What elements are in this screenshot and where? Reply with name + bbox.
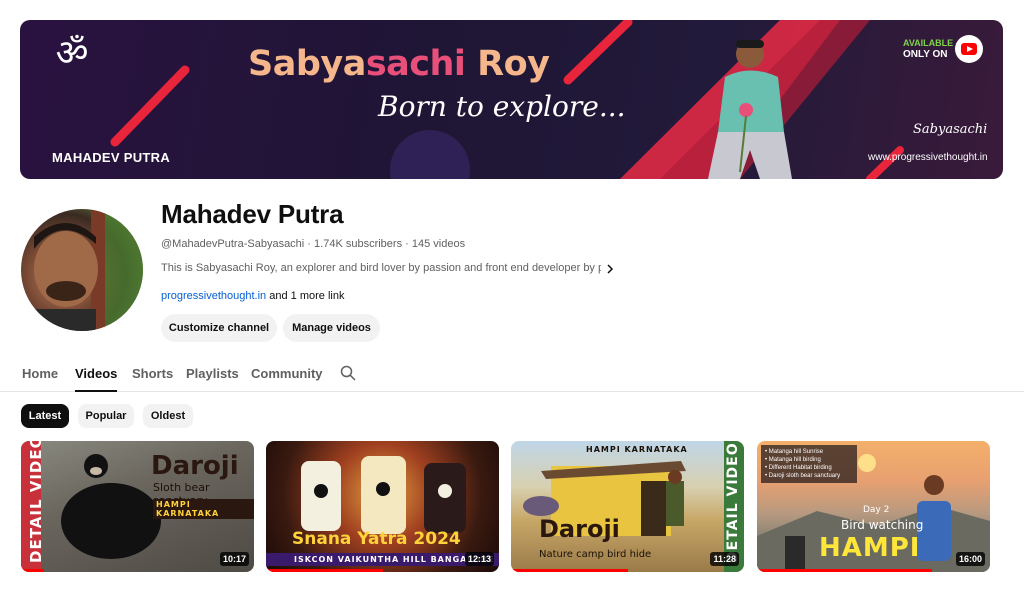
tab-shorts[interactable]: Shorts [132, 366, 173, 381]
manage-videos-button[interactable]: Manage videos [283, 314, 380, 342]
video-duration: 10:17 [219, 552, 249, 566]
filter-chip-oldest[interactable]: Oldest [143, 404, 193, 428]
banner-signature: Sabyasachi [913, 122, 988, 137]
video-overlay-title: Daroji [539, 515, 620, 543]
video-overlay-title: Snana Yatra 2024 [292, 529, 461, 549]
side-label: DETAIL VIDEO [725, 442, 741, 563]
chevron-right-icon[interactable] [603, 262, 617, 276]
customize-channel-button[interactable]: Customize channel [161, 314, 277, 342]
banner-tagline: Born to explore... [378, 90, 626, 123]
video-overlay-day: Day 2 [863, 505, 890, 515]
tab-community[interactable]: Community [251, 366, 323, 381]
watch-progress [266, 569, 383, 572]
banner-title: Sabyasachi Roy [248, 44, 550, 84]
channel-tabs: Home Videos Shorts Playlists Community [0, 358, 1024, 392]
video-overlay-title: Daroji [151, 451, 239, 481]
om-icon: ॐ [55, 33, 89, 74]
more-links[interactable]: and 1 more link [266, 290, 344, 302]
channel-avatar[interactable] [21, 209, 143, 331]
channel-meta: @MahadevPutra-Sabyasachi · 1.74K subscri… [161, 238, 466, 250]
video-overlay-subtitle: Bird watching [841, 518, 924, 532]
filter-chip-latest[interactable]: Latest [21, 404, 69, 428]
available-only-on-label: AVAILABLE ONLY ON [903, 38, 954, 60]
channel-description[interactable]: This is Sabyasachi Roy, an explorer and … [161, 262, 601, 274]
channel-handle: @MahadevPutra-Sabyasachi [161, 238, 305, 250]
video-thumbnail[interactable]: • Matanga hill Sunrise • Matanga hill bi… [757, 441, 990, 572]
video-thumbnail[interactable]: Snana Yatra 2024 ISKCON VAIKUNTHA HILL B… [266, 441, 499, 572]
watch-progress [757, 569, 932, 572]
video-overlay-title: HAMPI [819, 533, 921, 563]
subscriber-count: 1.74K subscribers [314, 238, 403, 250]
watch-progress [21, 569, 45, 572]
avatar-image [31, 209, 143, 331]
channel-website-link[interactable]: progressivethought.in [161, 290, 266, 302]
tab-playlists[interactable]: Playlists [186, 366, 239, 381]
video-duration: 16:00 [955, 552, 985, 566]
youtube-logo-icon [955, 35, 983, 63]
channel-banner: ॐ Sabyasachi Roy Born to explore... MAHA… [20, 20, 1003, 179]
video-overlay-top: HAMPI KARNATAKA [586, 445, 688, 454]
tab-videos[interactable]: Videos [75, 366, 118, 392]
search-icon[interactable] [340, 365, 356, 381]
video-count: 145 videos [411, 238, 466, 250]
banner-person-image [708, 40, 792, 179]
watch-progress [511, 569, 628, 572]
video-topic-list: • Matanga hill Sunrise • Matanga hill bi… [761, 445, 857, 483]
side-label: DETAIL VIDEO [27, 441, 45, 563]
filter-chip-popular[interactable]: Popular [78, 404, 134, 428]
banner-website: www.progressivethought.in [868, 152, 988, 163]
video-thumbnail[interactable]: HAMPI KARNATAKA DETAIL VIDEO Daroji Natu… [511, 441, 744, 572]
tab-home[interactable]: Home [22, 366, 58, 381]
banner-channel-name: MAHADEV PUTRA [52, 150, 171, 165]
video-overlay-subtitle: Nature camp bird hide [539, 549, 652, 560]
video-duration: 11:28 [710, 552, 739, 566]
video-overlay-tag: HAMPI KARNATAKA [153, 499, 254, 519]
video-thumbnail[interactable]: DETAIL VIDEO Daroji Sloth bear sanctuary… [21, 441, 254, 572]
channel-links: progressivethought.in and 1 more link [161, 290, 344, 302]
video-duration: 12:13 [464, 552, 494, 566]
channel-title: Mahadev Putra [161, 199, 344, 229]
